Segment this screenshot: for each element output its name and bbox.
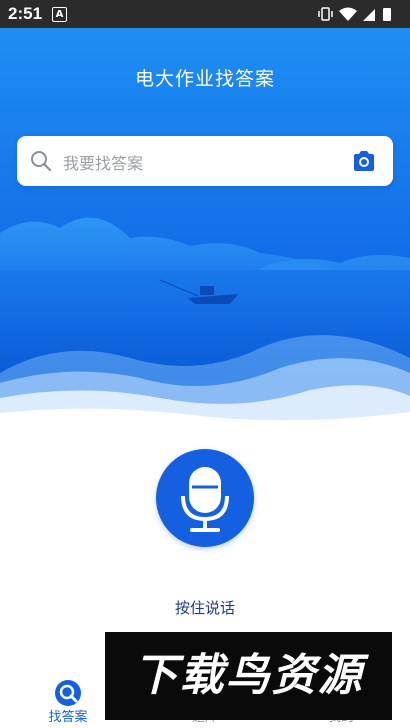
voice-hint: 按住说话 [174, 599, 235, 617]
status-time: 2:51 [8, 4, 43, 23]
search-icon [55, 680, 81, 706]
tab-label: 找答案 [48, 710, 88, 725]
camera-icon[interactable] [352, 150, 376, 176]
watermark-text: 下载鸟资源 [133, 650, 364, 701]
search-input[interactable]: 我要找答案 [63, 150, 143, 174]
tab-find-answer[interactable]: 找答案 [18, 672, 118, 728]
search-icon [29, 149, 53, 177]
wifi-icon [339, 7, 357, 21]
vibrate-icon [318, 7, 333, 21]
watermark-logo: 下载鸟资源 [105, 632, 392, 720]
search-box[interactable]: 我要找答案 [17, 136, 393, 186]
status-bar: 2:51 A [0, 0, 410, 28]
app-title: 电大作业找答案 [134, 68, 275, 90]
notification-icon: A [52, 7, 67, 22]
signal-icon [363, 9, 375, 21]
voice-record-button[interactable] [156, 449, 254, 547]
battery-icon [383, 8, 391, 21]
microphone-icon [181, 467, 229, 532]
status-icons [317, 6, 402, 26]
